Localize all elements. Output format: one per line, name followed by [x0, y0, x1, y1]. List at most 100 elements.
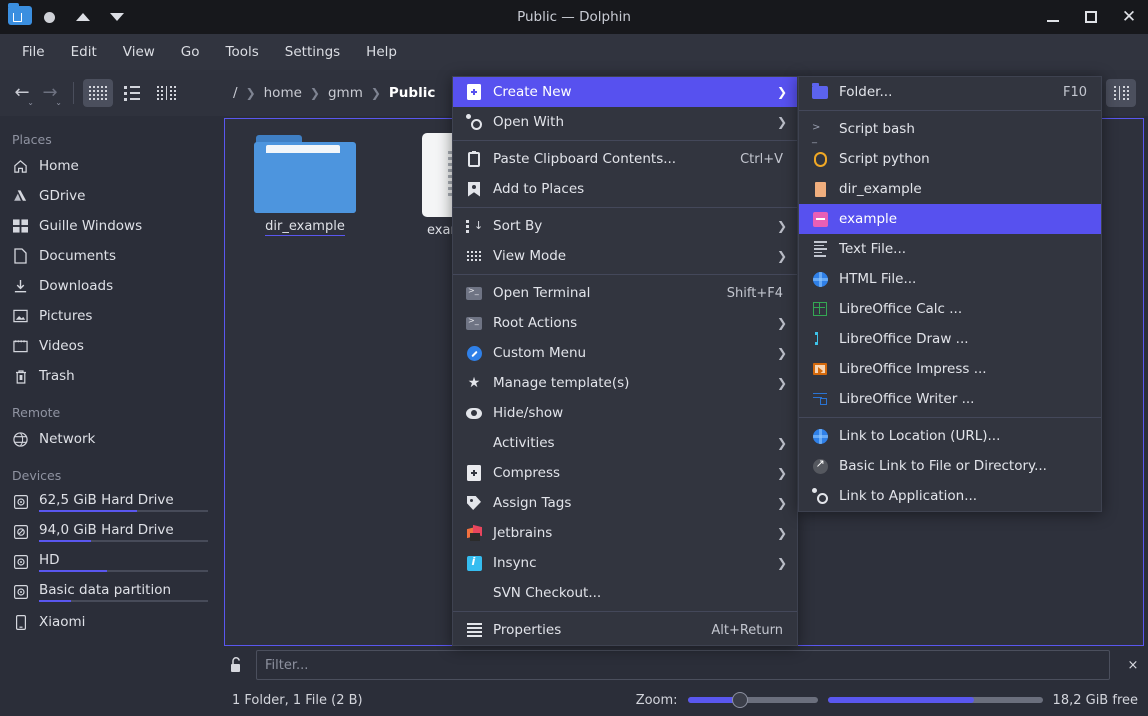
submenu-item-dir-example[interactable]: dir_example: [799, 174, 1101, 204]
context-menu-item-add-to-places[interactable]: Add to Places: [453, 174, 797, 204]
compact-view-icon[interactable]: [117, 79, 147, 107]
context-menu-item-paste[interactable]: Paste Clipboard Contents... Ctrl+V: [453, 144, 797, 174]
menu-item-shortcut: Alt+Return: [711, 622, 783, 638]
menu-file[interactable]: File: [10, 40, 57, 64]
toolbar-divider: [73, 82, 74, 104]
split-view-icon[interactable]: [1106, 79, 1136, 107]
sidebar-item-basic-data-partition[interactable]: Basic data partition: [0, 577, 220, 607]
no-icon: [465, 434, 483, 452]
submenu-item-libreoffice-calc[interactable]: LibreOffice Calc ...: [799, 294, 1101, 324]
file-item-folder[interactable]: dir_example: [245, 135, 365, 239]
sidebar-item-hd[interactable]: HD: [0, 547, 220, 577]
sidebar-item-label: 94,0 GiB Hard Drive: [39, 522, 174, 538]
caret-up-icon[interactable]: [66, 0, 100, 34]
sidebar-item-home[interactable]: Home: [0, 151, 220, 181]
unlocked-icon[interactable]: [224, 657, 248, 673]
icons-view-icon[interactable]: [83, 79, 113, 107]
menu-edit[interactable]: Edit: [59, 40, 109, 64]
context-menu-item-properties[interactable]: Properties Alt+Return: [453, 615, 797, 645]
submenu-item-example[interactable]: example: [799, 204, 1101, 234]
document-icon: [12, 248, 29, 265]
python-icon: [811, 150, 829, 168]
details-view-icon[interactable]: [151, 79, 181, 107]
view-mode-icon: [465, 247, 483, 265]
submenu-item-folder[interactable]: Folder... F10: [799, 77, 1101, 107]
sidebar-item-trash[interactable]: Trash: [0, 361, 220, 391]
submenu-item-script-bash[interactable]: Script bash: [799, 114, 1101, 144]
forward-arrow-icon[interactable]: → ⌄: [36, 79, 64, 108]
menu-item-label: Script python: [839, 151, 930, 167]
breadcrumb-public[interactable]: Public: [385, 83, 439, 103]
sidebar-item-label: Home: [39, 158, 79, 174]
close-filter-icon[interactable]: ×: [1118, 658, 1148, 673]
menu-item-label: Manage template(s): [493, 375, 630, 391]
minimize-icon[interactable]: [1034, 0, 1072, 34]
sidebar-item-pictures[interactable]: Pictures: [0, 301, 220, 331]
sidebar-item-hard-drive-625[interactable]: 62,5 GiB Hard Drive: [0, 487, 220, 517]
sidebar-item-gdrive[interactable]: GDrive: [0, 181, 220, 211]
menu-settings[interactable]: Settings: [273, 40, 352, 64]
submenu-item-libreoffice-impress[interactable]: LibreOffice Impress ...: [799, 354, 1101, 384]
phone-icon: [12, 614, 29, 631]
chevron-right-icon: ❯: [245, 86, 256, 100]
context-menu-item-svn-checkout[interactable]: SVN Checkout...: [453, 578, 797, 608]
submenu-item-libreoffice-draw[interactable]: LibreOffice Draw ...: [799, 324, 1101, 354]
menu-tools[interactable]: Tools: [214, 40, 271, 64]
breadcrumb-home[interactable]: home: [260, 83, 306, 103]
menu-item-shortcut: Ctrl+V: [740, 151, 783, 167]
submenu-item-basic-link[interactable]: Basic Link to File or Directory...: [799, 451, 1101, 481]
device-entry: 94,0 GiB Hard Drive: [39, 522, 208, 542]
sidebar-item-network[interactable]: Network: [0, 424, 220, 454]
submenu-item-script-python[interactable]: Script python: [799, 144, 1101, 174]
context-menu-item-root-actions[interactable]: Root Actions ❯: [453, 308, 797, 338]
context-menu-item-activities[interactable]: Activities ❯: [453, 428, 797, 458]
context-menu-item-open-terminal[interactable]: Open Terminal Shift+F4: [453, 278, 797, 308]
context-menu-item-custom-menu[interactable]: Custom Menu ❯: [453, 338, 797, 368]
eye-icon: [465, 404, 483, 422]
breadcrumb-root[interactable]: /: [229, 83, 242, 103]
filter-input[interactable]: Filter...: [256, 650, 1110, 680]
terminal-icon: [465, 314, 483, 332]
context-menu-item-insync[interactable]: Insync ❯: [453, 548, 797, 578]
status-text: 1 Folder, 1 File (2 B): [232, 692, 363, 708]
chevron-right-icon: ❯: [777, 436, 788, 450]
sidebar-item-hard-drive-940[interactable]: 94,0 GiB Hard Drive: [0, 517, 220, 547]
close-icon[interactable]: ✕: [1110, 0, 1148, 34]
sidebar-item-xiaomi[interactable]: Xiaomi: [0, 607, 220, 637]
windows-icon: [12, 218, 29, 235]
breadcrumb-gmm[interactable]: gmm: [324, 83, 367, 103]
menu-separator: [453, 207, 797, 208]
sidebar-item-videos[interactable]: Videos: [0, 331, 220, 361]
menu-help[interactable]: Help: [354, 40, 409, 64]
context-menu-item-hide-show[interactable]: Hide/show: [453, 398, 797, 428]
chevron-right-icon: ❯: [777, 249, 788, 263]
menu-item-label: Properties: [493, 622, 562, 638]
back-arrow-icon[interactable]: ← ⌄: [8, 79, 36, 108]
caret-down-icon[interactable]: [100, 0, 134, 34]
submenu-item-html-file[interactable]: HTML File...: [799, 264, 1101, 294]
sidebar-item-downloads[interactable]: Downloads: [0, 271, 220, 301]
menu-item-label: Sort By: [493, 218, 543, 234]
submenu-item-text-file[interactable]: Text File...: [799, 234, 1101, 264]
menu-go[interactable]: Go: [169, 40, 212, 64]
context-menu-item-manage-templates[interactable]: ★ Manage template(s) ❯: [453, 368, 797, 398]
context-menu-item-sort-by[interactable]: ↓ Sort By ❯: [453, 211, 797, 241]
menu-view[interactable]: View: [111, 40, 167, 64]
context-menu-item-open-with[interactable]: Open With ❯: [453, 107, 797, 137]
submenu-item-link-to-application[interactable]: Link to Application...: [799, 481, 1101, 511]
context-menu-item-create-new[interactable]: Create New ❯: [453, 77, 797, 107]
context-menu-item-compress[interactable]: Compress ❯: [453, 458, 797, 488]
menubar: File Edit View Go Tools Settings Help: [0, 34, 1148, 70]
context-menu-item-view-mode[interactable]: View Mode ❯: [453, 241, 797, 271]
bookmark-icon: [465, 180, 483, 198]
context-menu-item-jetbrains[interactable]: Jetbrains ❯: [453, 518, 797, 548]
submenu-item-libreoffice-writer[interactable]: LibreOffice Writer ...: [799, 384, 1101, 414]
context-menu-item-assign-tags[interactable]: Assign Tags ❯: [453, 488, 797, 518]
sidebar-item-documents[interactable]: Documents: [0, 241, 220, 271]
zoom-slider[interactable]: [687, 692, 818, 708]
sidebar-item-guille-windows[interactable]: Guille Windows: [0, 211, 220, 241]
record-dot-icon[interactable]: [32, 0, 66, 34]
submenu-item-link-to-location[interactable]: Link to Location (URL)...: [799, 421, 1101, 451]
maximize-icon[interactable]: [1072, 0, 1110, 34]
menu-item-label: LibreOffice Writer ...: [839, 391, 975, 407]
